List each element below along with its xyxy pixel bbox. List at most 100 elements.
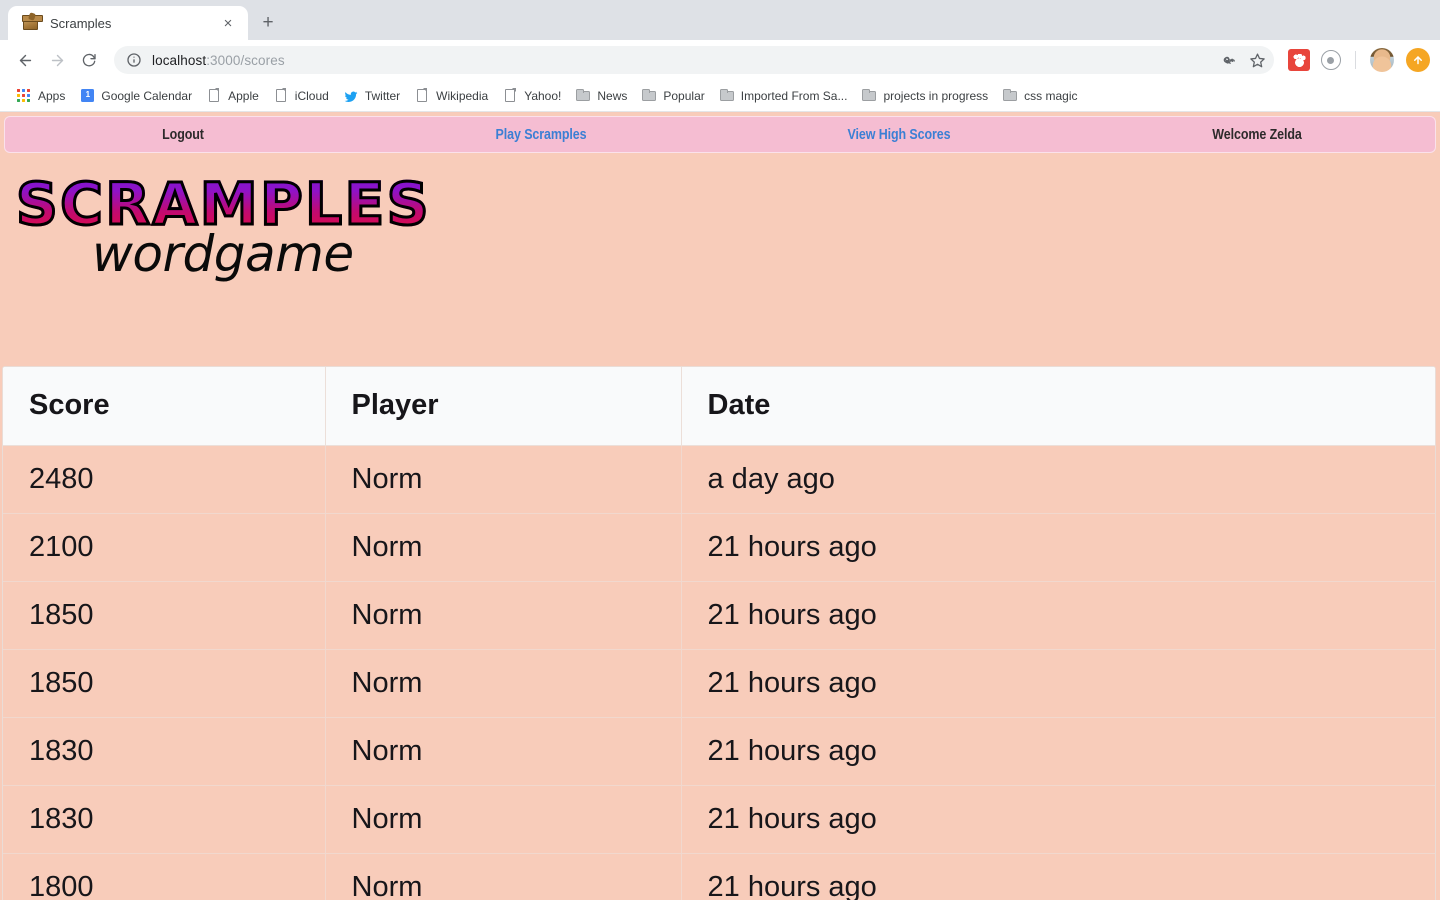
bookmark-label: css magic [1024,88,1078,103]
bookmark-label: Imported From Sa... [740,88,848,103]
bookmark-apps[interactable]: Apps [10,85,73,107]
browser-tab[interactable]: Scramples × [8,6,248,40]
url-host: localhost [152,52,207,68]
address-bar[interactable]: localhost:3000/scores [114,46,1274,74]
bookmark-twitter[interactable]: Twitter [337,85,408,107]
table-row: 2480 Norm a day ago [3,445,1435,514]
cell-score: 1830 [3,785,326,854]
bookmark-apple[interactable]: Apple [200,85,267,107]
table-header-row: Score Player Date [3,367,1435,446]
folder-icon [641,88,657,104]
table-head: Score Player Date [3,367,1435,446]
extension-gray-icon[interactable] [1320,49,1342,71]
nav-item-view-high-scores[interactable]: View High Scores [745,127,1053,143]
bookmark-label: Yahoo! [524,88,562,103]
cell-date: 21 hours ago [681,581,1435,650]
bookmark-label: Google Calendar [101,88,193,103]
cell-score: 1830 [3,717,326,786]
apps-grid-icon [16,88,32,104]
logo-title: SCRAMPLES [15,170,431,238]
bookmark-popular[interactable]: Popular [635,85,712,107]
table-body: 2480 Norm a day ago 2100 Norm 21 hours a… [3,445,1435,900]
bookmark-yahoo[interactable]: Yahoo! [496,85,569,107]
cell-date: 21 hours ago [681,649,1435,718]
avatar[interactable] [1370,48,1394,72]
toolbar-divider [1355,51,1356,69]
bookmark-icloud[interactable]: iCloud [267,85,337,107]
bookmark-news[interactable]: News [569,85,635,107]
cell-score: 1850 [3,581,326,650]
cell-score: 2480 [3,445,326,514]
nav-item-welcome-user: Welcome Zelda [1212,126,1302,143]
bookmark-wikipedia[interactable]: Wikipedia [408,85,496,107]
cell-score: 1800 [3,853,326,900]
cell-player: Norm [325,581,682,650]
extension-red-icon[interactable] [1288,49,1310,71]
bookmark-label: Popular [663,88,705,103]
folder-icon [1002,88,1018,104]
cell-player: Norm [325,785,682,854]
bookmark-imported-from-safari[interactable]: Imported From Sa... [713,85,856,107]
nav-item-play-scramples[interactable]: Play Scramples [387,127,695,143]
folder-icon [861,88,877,104]
nav-item-logout[interactable]: Logout [29,127,337,143]
document-icon [273,88,289,104]
cell-score: 2100 [3,513,326,582]
url-path: :3000/scores [206,52,285,68]
cell-score: 1850 [3,649,326,718]
site-navbar: Logout Play Scramples View High Scores W… [4,116,1436,153]
cell-player: Norm [325,513,682,582]
cell-player: Norm [325,445,682,514]
back-arrow-icon[interactable] [10,45,40,75]
bookmark-google-calendar[interactable]: 1 Google Calendar [73,85,200,107]
table-row: 1830 Norm 21 hours ago [3,785,1435,854]
package-icon [22,14,43,32]
reload-icon[interactable] [74,45,104,75]
bookmark-label: iCloud [294,88,329,103]
browser-toolbar: localhost:3000/scores [0,40,1440,80]
update-button[interactable] [1406,48,1430,72]
tab-strip: Scramples × + [0,0,1440,40]
bookmark-label: Apps [38,88,66,103]
document-icon [414,88,430,104]
table-row: 1850 Norm 21 hours ago [3,581,1435,650]
page-content: Logout Play Scramples View High Scores W… [0,113,1440,900]
bookmark-css-magic[interactable]: css magic [996,85,1085,107]
high-scores-table-container: Score Player Date 2480 Norm a day ago 21… [2,366,1436,900]
close-icon[interactable]: × [218,13,238,33]
document-icon [206,88,222,104]
forward-arrow-icon [42,45,72,75]
cell-date: 21 hours ago [681,785,1435,854]
bookmark-label: Apple [228,88,259,103]
bookmark-projects-in-progress[interactable]: projects in progress [855,85,996,107]
bookmark-label: News [597,88,628,103]
bookmark-label: Wikipedia [436,88,489,103]
column-header-score[interactable]: Score [3,367,326,446]
cell-player: Norm [325,649,682,718]
new-tab-button[interactable]: + [254,8,282,36]
info-circle-icon [126,52,142,68]
table-row: 1850 Norm 21 hours ago [3,649,1435,718]
calendar-icon: 1 [79,88,95,104]
cell-date: 21 hours ago [681,717,1435,786]
column-header-date[interactable]: Date [681,367,1435,446]
document-icon [502,88,518,104]
cell-date: a day ago [681,445,1435,514]
column-header-player[interactable]: Player [325,367,682,446]
cell-date: 21 hours ago [681,853,1435,900]
bookmarks-bar: Apps 1 Google Calendar Apple iCloud Twit… [0,80,1440,112]
table-row: 1800 Norm 21 hours ago [3,853,1435,900]
table-row: 2100 Norm 21 hours ago [3,513,1435,582]
key-icon[interactable] [1216,47,1242,73]
tab-title: Scramples [50,15,112,31]
site-logo: SCRAMPLES wordgame [0,170,1440,345]
cell-player: Norm [325,853,682,900]
table-row: 1830 Norm 21 hours ago [3,717,1435,786]
cell-player: Norm [325,717,682,786]
browser-window: Scramples × + localhost:3000/scores Apps… [0,0,1440,900]
star-icon[interactable] [1244,47,1270,73]
twitter-bird-icon [343,88,359,104]
address-bar-actions [1216,46,1270,74]
bookmark-label: Twitter [364,88,401,103]
bookmark-label: projects in progress [883,88,989,103]
